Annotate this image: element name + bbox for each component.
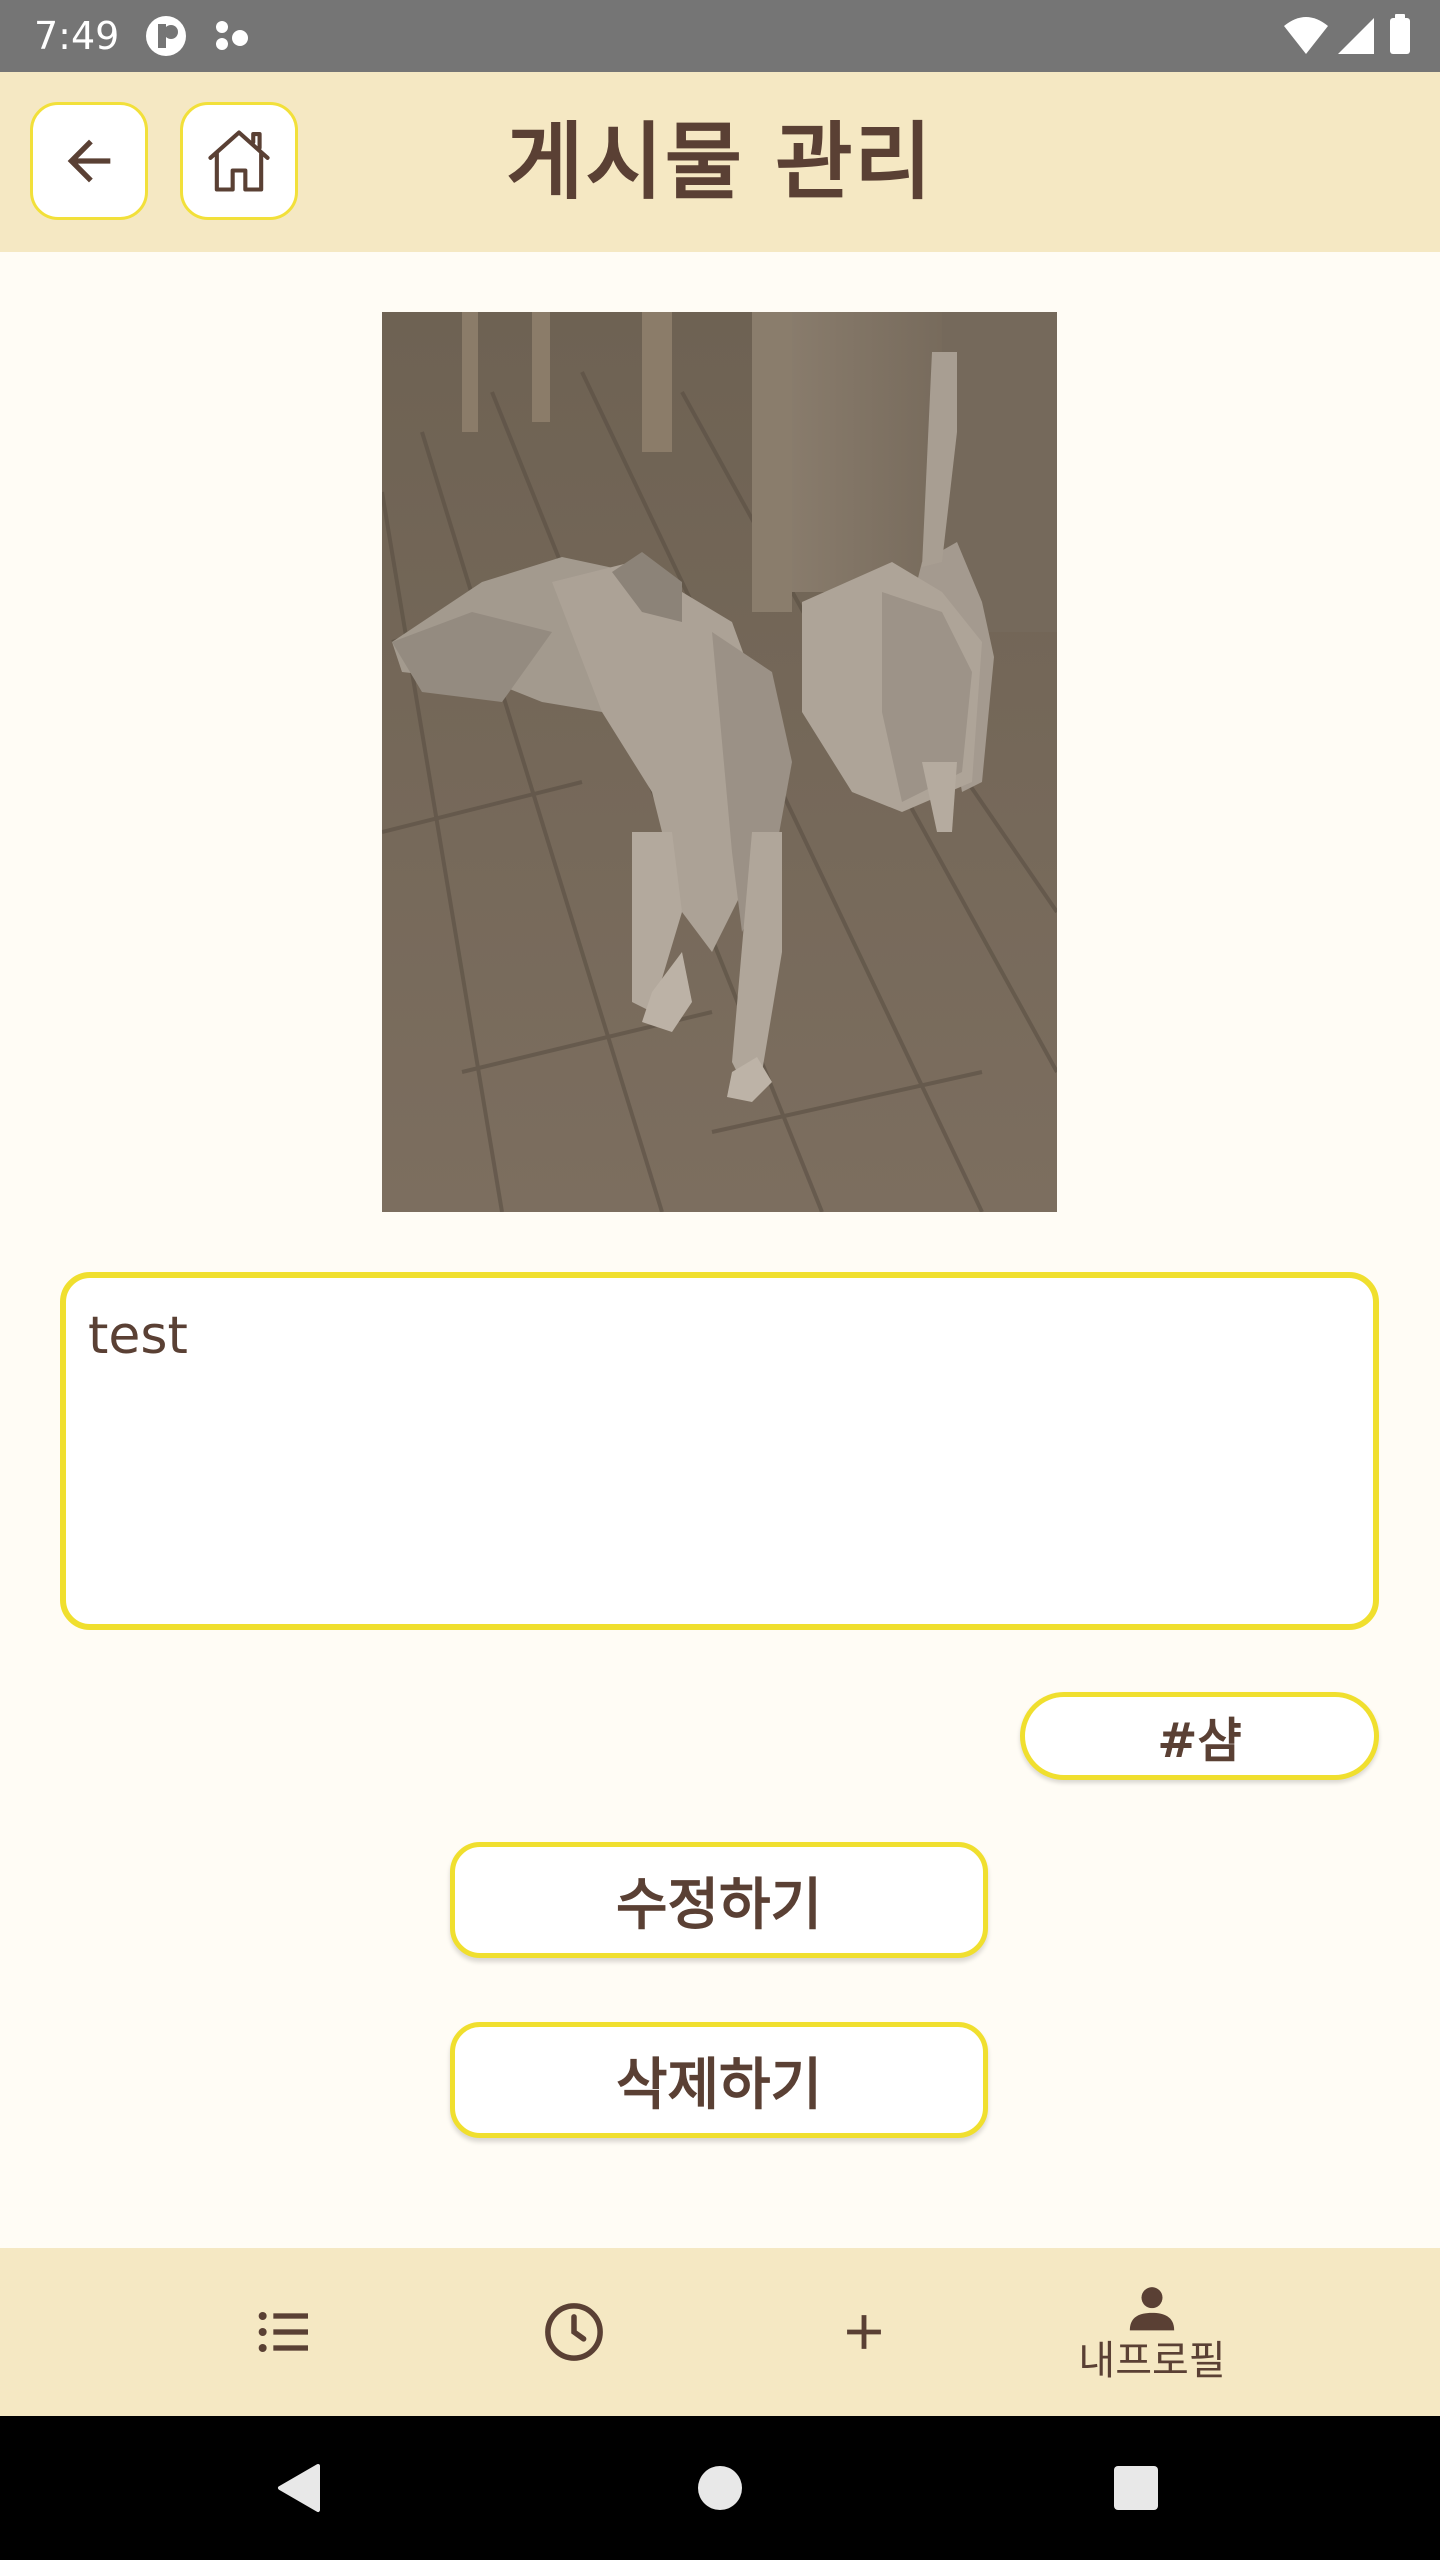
post-photo — [382, 312, 1057, 1212]
square-recents-icon — [1114, 2466, 1158, 2510]
system-home-button[interactable] — [684, 2452, 756, 2524]
cell-signal-icon — [1338, 18, 1374, 54]
home-icon — [208, 130, 270, 192]
tag-chip[interactable]: #샴 — [1020, 1692, 1379, 1780]
nav-item-add[interactable] — [774, 2248, 954, 2416]
nav-label-profile: 내프로필 — [1078, 2338, 1226, 2384]
clock-icon — [545, 2303, 603, 2361]
battery-icon — [1390, 18, 1410, 54]
system-recents-button[interactable] — [1100, 2452, 1172, 2524]
nav-item-history[interactable] — [484, 2248, 664, 2416]
status-bar: 7:49 — [0, 0, 1440, 72]
delete-button[interactable]: 삭제하기 — [450, 2022, 988, 2138]
wifi-icon — [1284, 17, 1328, 54]
list-icon — [258, 2312, 308, 2352]
page-title: 게시물 관리 — [506, 113, 934, 211]
app-notification-icon — [146, 16, 186, 56]
bottom-nav: 내프로필 — [0, 2248, 1440, 2416]
plus-icon — [847, 2315, 881, 2349]
nav-item-list[interactable] — [194, 2248, 374, 2416]
nav-item-profile[interactable]: 내프로필 — [1062, 2248, 1242, 2416]
status-right-icons — [1282, 14, 1414, 62]
back-button[interactable] — [30, 102, 148, 220]
person-icon — [1129, 2287, 1175, 2331]
status-time: 7:49 — [34, 14, 120, 58]
content-textarea[interactable]: test — [60, 1272, 1379, 1630]
arrow-left-icon — [67, 139, 111, 183]
app-header: 게시물 관리 — [0, 72, 1440, 252]
circle-home-icon — [698, 2466, 742, 2510]
system-nav-bar — [0, 2416, 1440, 2560]
triangle-back-icon — [278, 2464, 320, 2512]
status-left-icons — [144, 14, 264, 62]
system-back-button[interactable] — [262, 2452, 334, 2524]
assistant-dots-icon — [216, 21, 248, 50]
edit-button[interactable]: 수정하기 — [450, 1842, 988, 1958]
home-button[interactable] — [180, 102, 298, 220]
